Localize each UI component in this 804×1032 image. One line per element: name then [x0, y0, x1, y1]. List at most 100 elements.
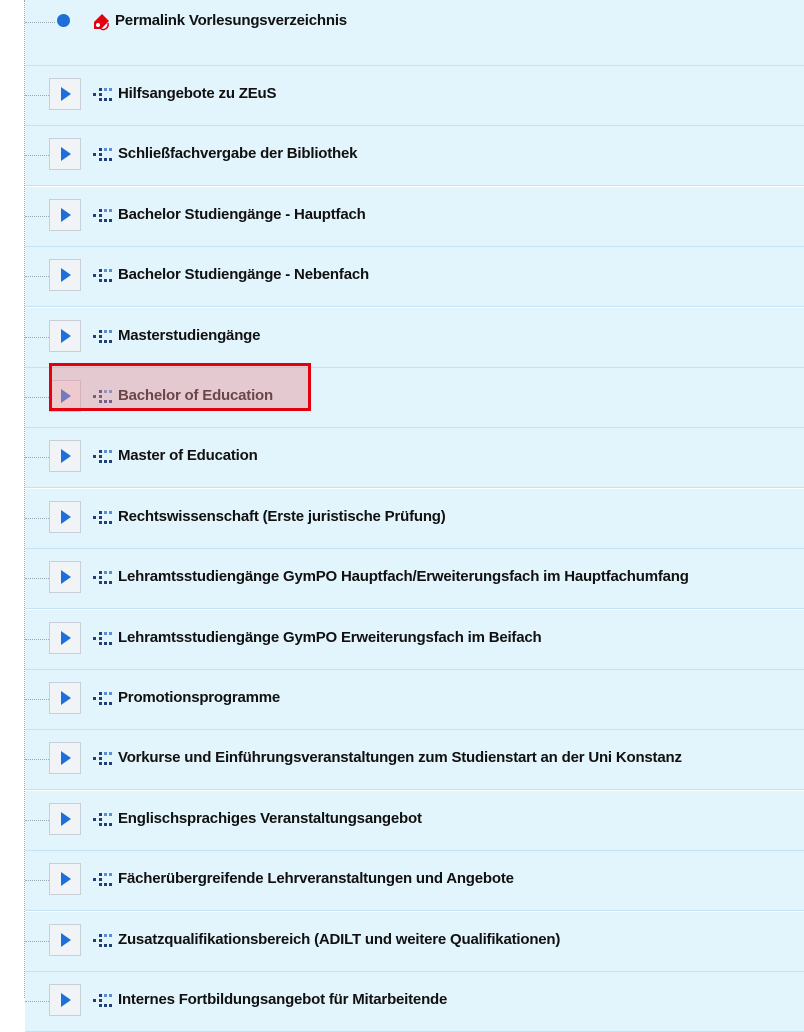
tree-row[interactable]: Zusatzqualifikationsbereich (ADILT und w…	[25, 912, 804, 972]
expand-button[interactable]	[49, 863, 81, 895]
tree-branch-line	[25, 578, 49, 579]
tree-branch-line	[25, 820, 49, 821]
expand-button[interactable]	[49, 199, 81, 231]
tree-branch-line	[25, 276, 49, 277]
tree-row[interactable]: Internes Fortbildungsangebot für Mitarbe…	[25, 972, 804, 1032]
tree-item-label[interactable]: Lehramtsstudiengänge GymPO Erweiterungsf…	[118, 629, 542, 646]
tree-item-label[interactable]: Vorkurse und Einführungsveranstaltungen …	[118, 749, 682, 766]
tree-branch-line	[25, 759, 49, 760]
chevron-right-icon	[61, 933, 71, 947]
chevron-right-icon	[61, 993, 71, 1007]
chevron-right-icon	[61, 872, 71, 886]
dot-grid-icon	[93, 148, 112, 161]
tree-row[interactable]: Vorkurse und Einführungsveranstaltungen …	[25, 730, 804, 790]
dot-grid-icon	[93, 813, 112, 826]
tree-branch-line	[25, 457, 49, 458]
tree-row[interactable]: Schließfachvergabe der Bibliothek	[25, 126, 804, 186]
expand-button[interactable]	[49, 803, 81, 835]
tree-item-label[interactable]: Masterstudiengänge	[118, 327, 260, 344]
expand-button[interactable]	[49, 984, 81, 1016]
expand-button[interactable]	[49, 501, 81, 533]
tree-item-label[interactable]: Bachelor Studiengänge - Nebenfach	[118, 266, 369, 283]
dot-grid-icon	[93, 632, 112, 645]
chevron-right-icon	[61, 87, 71, 101]
chevron-right-icon	[61, 631, 71, 645]
tree-row[interactable]: Bachelor of Education	[25, 368, 804, 428]
tree-item-label[interactable]: Internes Fortbildungsangebot für Mitarbe…	[118, 991, 447, 1008]
expand-button[interactable]	[49, 440, 81, 472]
tree-row[interactable]: Lehramtsstudiengänge GymPO Erweiterungsf…	[25, 610, 804, 670]
dot-grid-icon	[93, 88, 112, 101]
permalink-link[interactable]: Permalink Vorlesungsverzeichnis	[115, 12, 347, 29]
tree-item-label[interactable]: Promotionsprogramme	[118, 689, 280, 706]
tree-item-label[interactable]: Fächerübergreifende Lehrveranstaltungen …	[118, 870, 514, 887]
expand-button[interactable]	[49, 682, 81, 714]
dot-grid-icon	[93, 571, 112, 584]
tree-item-label[interactable]: Englischsprachiges Veranstaltungsangebot	[118, 810, 422, 827]
tree-row[interactable]: Promotionsprogramme	[25, 670, 804, 730]
chevron-right-icon	[61, 812, 71, 826]
expand-button[interactable]	[49, 138, 81, 170]
tree-branch-line	[25, 639, 49, 640]
dot-grid-icon	[93, 209, 112, 222]
chevron-right-icon	[61, 389, 71, 403]
tree-branch-line	[25, 518, 49, 519]
tree-branch-line	[25, 699, 49, 700]
tree-row-permalink[interactable]: Permalink Vorlesungsverzeichnis	[25, 0, 804, 66]
dot-grid-icon	[93, 692, 112, 705]
tree-row[interactable]: Hilfsangebote zu ZEuS	[25, 66, 804, 126]
chevron-right-icon	[61, 268, 71, 282]
tree-row[interactable]: Master of Education	[25, 428, 804, 488]
expand-button[interactable]	[49, 924, 81, 956]
tree-branch-line	[25, 22, 55, 23]
dot-grid-icon	[93, 511, 112, 524]
tree-item-label[interactable]: Schließfachvergabe der Bibliothek	[118, 145, 358, 162]
tree-branch-line	[25, 95, 49, 96]
chevron-right-icon	[61, 208, 71, 222]
expand-button[interactable]	[49, 259, 81, 291]
expand-button[interactable]	[49, 320, 81, 352]
tree-row[interactable]: Bachelor Studiengänge - Nebenfach	[25, 247, 804, 307]
tree-branch-line	[25, 397, 49, 398]
tree-item-label[interactable]: Hilfsangebote zu ZEuS	[118, 85, 277, 102]
chevron-right-icon	[61, 329, 71, 343]
lecture-directory-tree: Permalink Vorlesungsverzeichnis Hilfsang…	[0, 0, 804, 1032]
dot-grid-icon	[93, 994, 112, 1007]
chevron-right-icon	[61, 691, 71, 705]
tree-branch-line	[25, 941, 49, 942]
bullet-icon	[57, 14, 70, 27]
tree-branch-line	[25, 880, 49, 881]
tree-item-label[interactable]: Bachelor of Education	[118, 387, 273, 404]
dot-grid-icon	[93, 269, 112, 282]
tree-row[interactable]: Bachelor Studiengänge - Hauptfach	[25, 187, 804, 247]
dot-grid-icon	[93, 330, 112, 343]
chevron-right-icon	[61, 449, 71, 463]
chevron-right-icon	[61, 147, 71, 161]
dot-grid-icon	[93, 450, 112, 463]
tree-branch-line	[25, 216, 49, 217]
expand-button[interactable]	[49, 622, 81, 654]
tree-item-label[interactable]: Lehramtsstudiengänge GymPO Hauptfach/Erw…	[118, 568, 689, 585]
tree-branch-line	[25, 1001, 49, 1002]
chevron-right-icon	[61, 570, 71, 584]
dot-grid-icon	[93, 873, 112, 886]
expand-button[interactable]	[49, 78, 81, 110]
tree-item-label[interactable]: Rechtswissenschaft (Erste juristische Pr…	[118, 508, 446, 525]
tree-branch-line	[25, 155, 49, 156]
dot-grid-icon	[93, 934, 112, 947]
tree-branch-line	[25, 337, 49, 338]
expand-button[interactable]	[49, 561, 81, 593]
tree-row[interactable]: Lehramtsstudiengänge GymPO Hauptfach/Erw…	[25, 549, 804, 609]
dot-grid-icon	[93, 390, 112, 403]
tree-item-label[interactable]: Master of Education	[118, 447, 258, 464]
tree-row[interactable]: Fächerübergreifende Lehrveranstaltungen …	[25, 851, 804, 911]
dot-grid-icon	[93, 752, 112, 765]
expand-button[interactable]	[49, 742, 81, 774]
tree-row[interactable]: Masterstudiengänge	[25, 308, 804, 368]
tree-row[interactable]: Englischsprachiges Veranstaltungsangebot	[25, 791, 804, 851]
tree-item-label[interactable]: Zusatzqualifikationsbereich (ADILT und w…	[118, 931, 560, 948]
expand-button[interactable]	[49, 380, 81, 412]
tree-item-label[interactable]: Bachelor Studiengänge - Hauptfach	[118, 206, 366, 223]
chevron-right-icon	[61, 751, 71, 765]
tree-row[interactable]: Rechtswissenschaft (Erste juristische Pr…	[25, 489, 804, 549]
